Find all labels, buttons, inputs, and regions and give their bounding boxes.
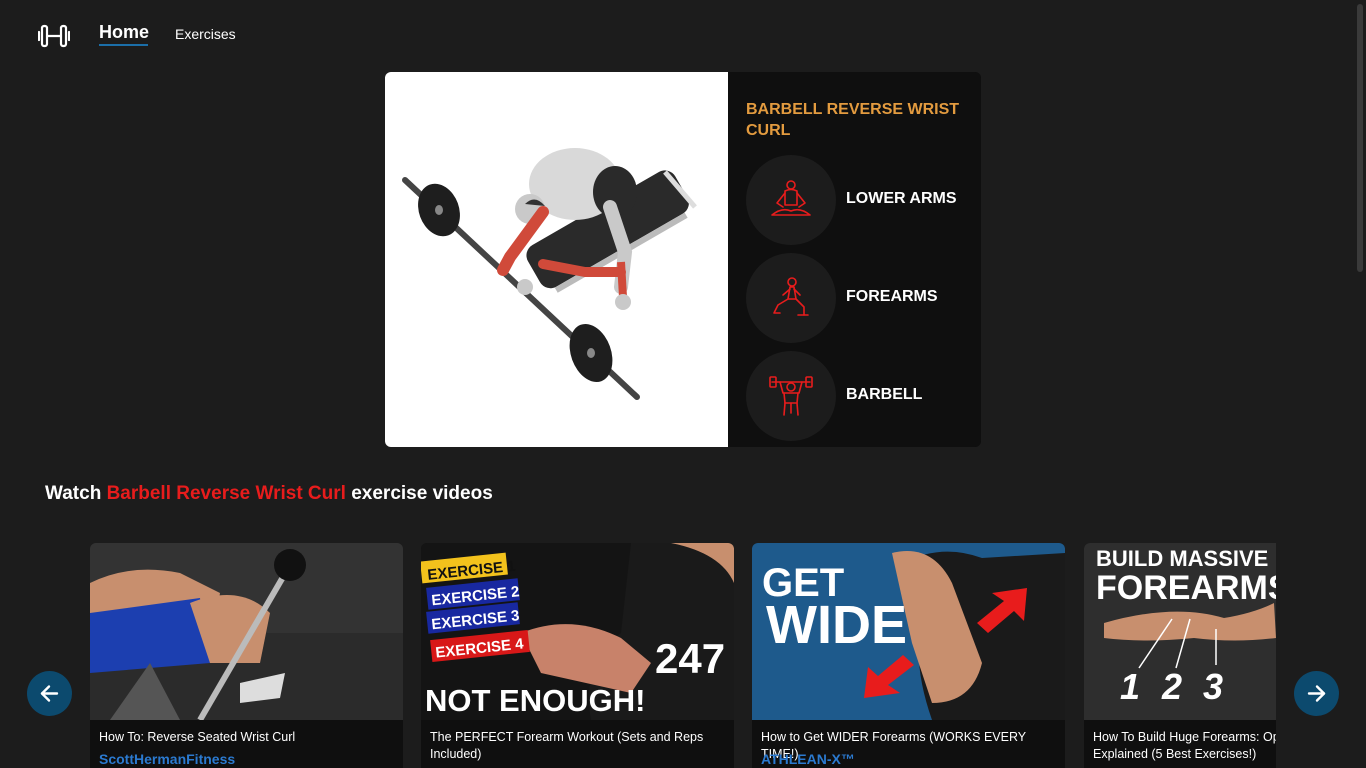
meditation-pose-icon [746, 155, 836, 245]
heading-prefix: Watch [45, 483, 102, 504]
arrow-left-icon [40, 685, 59, 702]
video-card[interactable]: GET WIDE How to Get WIDER Forearms (WORK… [752, 543, 1065, 768]
target-muscle-label: FOREARMS [846, 288, 938, 305]
weightlifter-icon [746, 351, 836, 441]
target-muscle-tag[interactable]: FOREARMS [746, 253, 976, 343]
video-card[interactable]: EXERCISE 1 EXERCISE 2 EXERCISE 3 EXERCIS… [421, 543, 734, 768]
equipment-tag[interactable]: BARBELL [746, 351, 976, 441]
scrollbar-thumb[interactable] [1357, 4, 1363, 272]
video-card[interactable]: BUILD MASSIVE FOREARMS 1 2 3 How To Buil… [1084, 543, 1276, 768]
videos-section-heading: Watch Barbell Reverse Wrist Curl exercis… [45, 483, 493, 505]
thumb-text: 247 [655, 635, 725, 682]
video-title[interactable]: How To Build Huge Forearms: Optimal Trai… [1093, 729, 1276, 763]
video-channel[interactable]: ScottHermanFitness [99, 751, 235, 767]
body-part-tag[interactable]: LOWER ARMS [746, 155, 976, 245]
thumb-text: WIDE [766, 595, 907, 655]
exercise-illustration [385, 72, 728, 447]
video-thumbnail[interactable]: EXERCISE 1 EXERCISE 2 EXERCISE 3 EXERCIS… [421, 543, 734, 720]
body-part-label: LOWER ARMS [846, 190, 957, 207]
video-thumbnail[interactable]: GET WIDE [752, 543, 1065, 720]
thumb-text: 1 [1120, 666, 1140, 707]
page-scrollbar[interactable] [1354, 0, 1366, 768]
carousel-next-button[interactable] [1294, 671, 1339, 716]
thumb-text: NOT ENOUGH! [425, 683, 645, 718]
video-title[interactable]: The PERFECT Forearm Workout (Sets and Re… [430, 729, 726, 763]
video-channel[interactable]: ATHLEAN-X™ [761, 751, 855, 767]
thumb-text: 3 [1203, 666, 1223, 707]
nav-home-link[interactable]: Home [99, 22, 149, 43]
lunge-stretch-icon [746, 253, 836, 343]
video-thumbnail[interactable] [90, 543, 403, 720]
exercise-info-panel: BARBELL REVERSE WRIST CURL LOWER ARMS FO… [728, 72, 981, 447]
exercise-title: BARBELL REVERSE WRIST CURL [746, 101, 960, 139]
carousel-prev-button[interactable] [27, 671, 72, 716]
video-title[interactable]: How To: Reverse Seated Wrist Curl [99, 729, 395, 746]
exercise-detail-card: BARBELL REVERSE WRIST CURL LOWER ARMS FO… [385, 72, 981, 447]
arrow-right-icon [1307, 685, 1326, 702]
thumb-text: BUILD MASSIVE [1096, 546, 1268, 571]
nav-active-indicator [99, 44, 148, 46]
thumb-text: 2 [1161, 666, 1182, 707]
logo-dumbbell-icon[interactable] [37, 22, 71, 50]
nav-exercises-link[interactable]: Exercises [175, 26, 236, 42]
video-card[interactable]: How To: Reverse Seated Wrist Curl ScottH… [90, 543, 403, 768]
heading-suffix: exercise videos [351, 483, 493, 504]
video-thumbnail[interactable]: BUILD MASSIVE FOREARMS 1 2 3 [1084, 543, 1276, 720]
equipment-label: BARBELL [846, 386, 923, 403]
heading-exercise-name: Barbell Reverse Wrist Curl [106, 483, 346, 504]
video-carousel: How To: Reverse Seated Wrist Curl ScottH… [90, 543, 1276, 768]
thumb-text: FOREARMS [1096, 569, 1276, 607]
